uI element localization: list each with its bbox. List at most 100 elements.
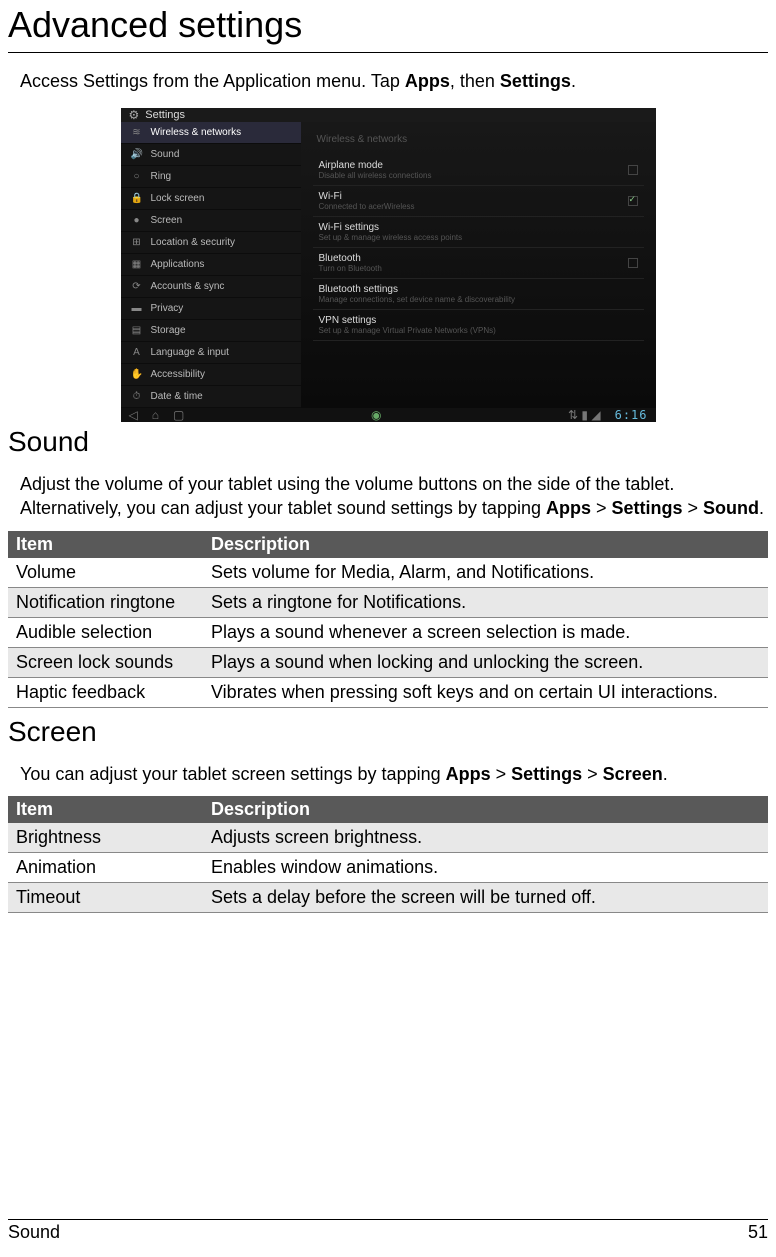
sound-table-header: Item Description	[8, 531, 768, 558]
sidebar-item-label: Accessibility	[151, 369, 205, 380]
detail-item-title: Airplane mode	[319, 160, 628, 171]
table-row: VolumeSets volume for Media, Alarm, and …	[8, 558, 768, 588]
screen-th-item: Item	[8, 796, 203, 823]
screen-intro-settings: Settings	[511, 764, 582, 784]
sidebar-item-label: Applications	[151, 259, 205, 270]
screen-table: Item Description BrightnessAdjusts scree…	[8, 796, 768, 913]
cell-item: Audible selection	[8, 617, 203, 647]
settings-screenshot: ⚙ Settings ≋Wireless & networks🔊Sound○Ri…	[121, 108, 656, 408]
sidebar-item-icon: 🔊	[131, 149, 143, 160]
sidebar-item-label: Wireless & networks	[151, 127, 242, 138]
notification-icon: ◉	[371, 408, 381, 422]
intro-text: Access Settings from the Application men…	[8, 53, 768, 104]
detail-item-title: Bluetooth settings	[319, 284, 638, 295]
table-row: AnimationEnables window animations.	[8, 852, 768, 882]
sidebar-item: ▦Applications	[121, 254, 301, 276]
table-row: Notification ringtoneSets a ringtone for…	[8, 587, 768, 617]
screen-intro-screen: Screen	[603, 764, 663, 784]
cell-item: Screen lock sounds	[8, 647, 203, 677]
sidebar-item-icon: ≋	[131, 127, 143, 138]
table-row: Haptic feedbackVibrates when pressing so…	[8, 677, 768, 707]
intro-suffix: .	[571, 71, 576, 91]
checkbox-icon	[628, 165, 638, 175]
screen-heading: Screen	[8, 708, 768, 752]
gear-icon: ⚙	[129, 108, 140, 122]
detail-item-title: Wi-Fi	[319, 191, 628, 202]
detail-item: BluetoothTurn on Bluetooth	[313, 248, 644, 279]
sound-gt1: >	[591, 498, 612, 518]
sidebar-item-label: Location & security	[151, 237, 236, 248]
sound-intro-sound: Sound	[703, 498, 759, 518]
sound-th-desc: Description	[203, 531, 768, 558]
cell-desc: Plays a sound when locking and unlocking…	[203, 647, 768, 677]
page-title: Advanced settings	[8, 0, 768, 53]
cell-desc: Vibrates when pressing soft keys and on …	[203, 677, 768, 707]
screen-th-desc: Description	[203, 796, 768, 823]
sidebar-item: ⏱Date & time	[121, 386, 301, 408]
sidebar-item: A Language & input	[121, 342, 301, 364]
detail-item-subtitle: Manage connections, set device name & di…	[319, 295, 638, 304]
sound-th-item: Item	[8, 531, 203, 558]
cell-item: Brightness	[8, 823, 203, 853]
footer-page-number: 51	[748, 1222, 768, 1243]
sidebar-item-icon: ▬	[131, 303, 143, 314]
detail-item-title: VPN settings	[319, 315, 638, 326]
table-row: TimeoutSets a delay before the screen wi…	[8, 882, 768, 912]
sidebar-item: 🔊 Sound	[121, 144, 301, 166]
sidebar-item-label: Ring	[151, 171, 172, 182]
wifi-icon: ⇅ ▮ ◢	[568, 408, 601, 422]
screenshot-body: ≋Wireless & networks🔊Sound○Ring🔒Lock scr…	[121, 122, 656, 408]
sound-heading: Sound	[8, 418, 768, 462]
cell-desc: Sets a ringtone for Notifications.	[203, 587, 768, 617]
sidebar-item-icon: ▤	[131, 325, 143, 336]
sidebar-item-label: Sound	[151, 149, 180, 160]
sidebar-item-icon: 🔒	[131, 193, 143, 204]
intro-settings: Settings	[500, 71, 571, 91]
back-icon: ◁	[129, 408, 138, 422]
cell-desc: Enables window animations.	[203, 852, 768, 882]
screenshot-navbar: ◁ ⌂ ▢ ◉ ⇅ ▮ ◢ 6:16	[121, 408, 656, 422]
cell-item: Animation	[8, 852, 203, 882]
screen-table-header: Item Description	[8, 796, 768, 823]
sidebar-item: ⟳Accounts & sync	[121, 276, 301, 298]
sidebar-item-label: Lock screen	[151, 193, 205, 204]
sound-gt2: >	[683, 498, 704, 518]
checkbox-icon	[628, 258, 638, 268]
detail-item: Wi-Fi settingsSet up & manage wireless a…	[313, 217, 644, 248]
sidebar-item-icon: ●	[131, 215, 143, 226]
screen-gt1: >	[491, 764, 512, 784]
table-row: Audible selectionPlays a sound whenever …	[8, 617, 768, 647]
screenshot-detail-header: Wireless & networks	[313, 128, 644, 155]
home-icon: ⌂	[152, 408, 159, 422]
sidebar-item-icon: A	[131, 347, 143, 358]
sound-intro-apps: Apps	[546, 498, 591, 518]
sound-intro: Adjust the volume of your tablet using t…	[8, 462, 768, 531]
detail-item-title: Wi-Fi settings	[319, 222, 638, 233]
cell-desc: Plays a sound whenever a screen selectio…	[203, 617, 768, 647]
detail-item: VPN settingsSet up & manage Virtual Priv…	[313, 310, 644, 341]
sound-table: Item Description VolumeSets volume for M…	[8, 531, 768, 708]
detail-item-subtitle: Turn on Bluetooth	[319, 264, 628, 273]
sidebar-item-icon: ⊞	[131, 237, 143, 248]
screen-intro: You can adjust your tablet screen settin…	[8, 752, 768, 796]
detail-item-subtitle: Connected to acerWireless	[319, 202, 628, 211]
sidebar-item-icon: ⏱	[131, 391, 143, 402]
screenshot-title: Settings	[145, 109, 185, 121]
sidebar-item-icon: ✋	[131, 369, 143, 380]
cell-desc: Adjusts screen brightness.	[203, 823, 768, 853]
sidebar-item: 🔒 Lock screen	[121, 188, 301, 210]
recent-icon: ▢	[173, 408, 184, 422]
screenshot-sidebar: ≋Wireless & networks🔊Sound○Ring🔒Lock scr…	[121, 122, 301, 408]
detail-item-title: Bluetooth	[319, 253, 628, 264]
sidebar-item-label: Language & input	[151, 347, 229, 358]
screen-intro-apps: Apps	[446, 764, 491, 784]
detail-item-subtitle: Set up & manage Virtual Private Networks…	[319, 326, 638, 335]
cell-desc: Sets a delay before the screen will be t…	[203, 882, 768, 912]
detail-item-subtitle: Set up & manage wireless access points	[319, 233, 638, 242]
detail-item: Airplane modeDisable all wireless connec…	[313, 155, 644, 186]
screen-gt2: >	[582, 764, 603, 784]
sidebar-item: ⊞ Location & security	[121, 232, 301, 254]
screenshot-titlebar: ⚙ Settings	[121, 108, 656, 122]
sound-intro-settings: Settings	[612, 498, 683, 518]
sidebar-item-label: Accounts & sync	[151, 281, 225, 292]
